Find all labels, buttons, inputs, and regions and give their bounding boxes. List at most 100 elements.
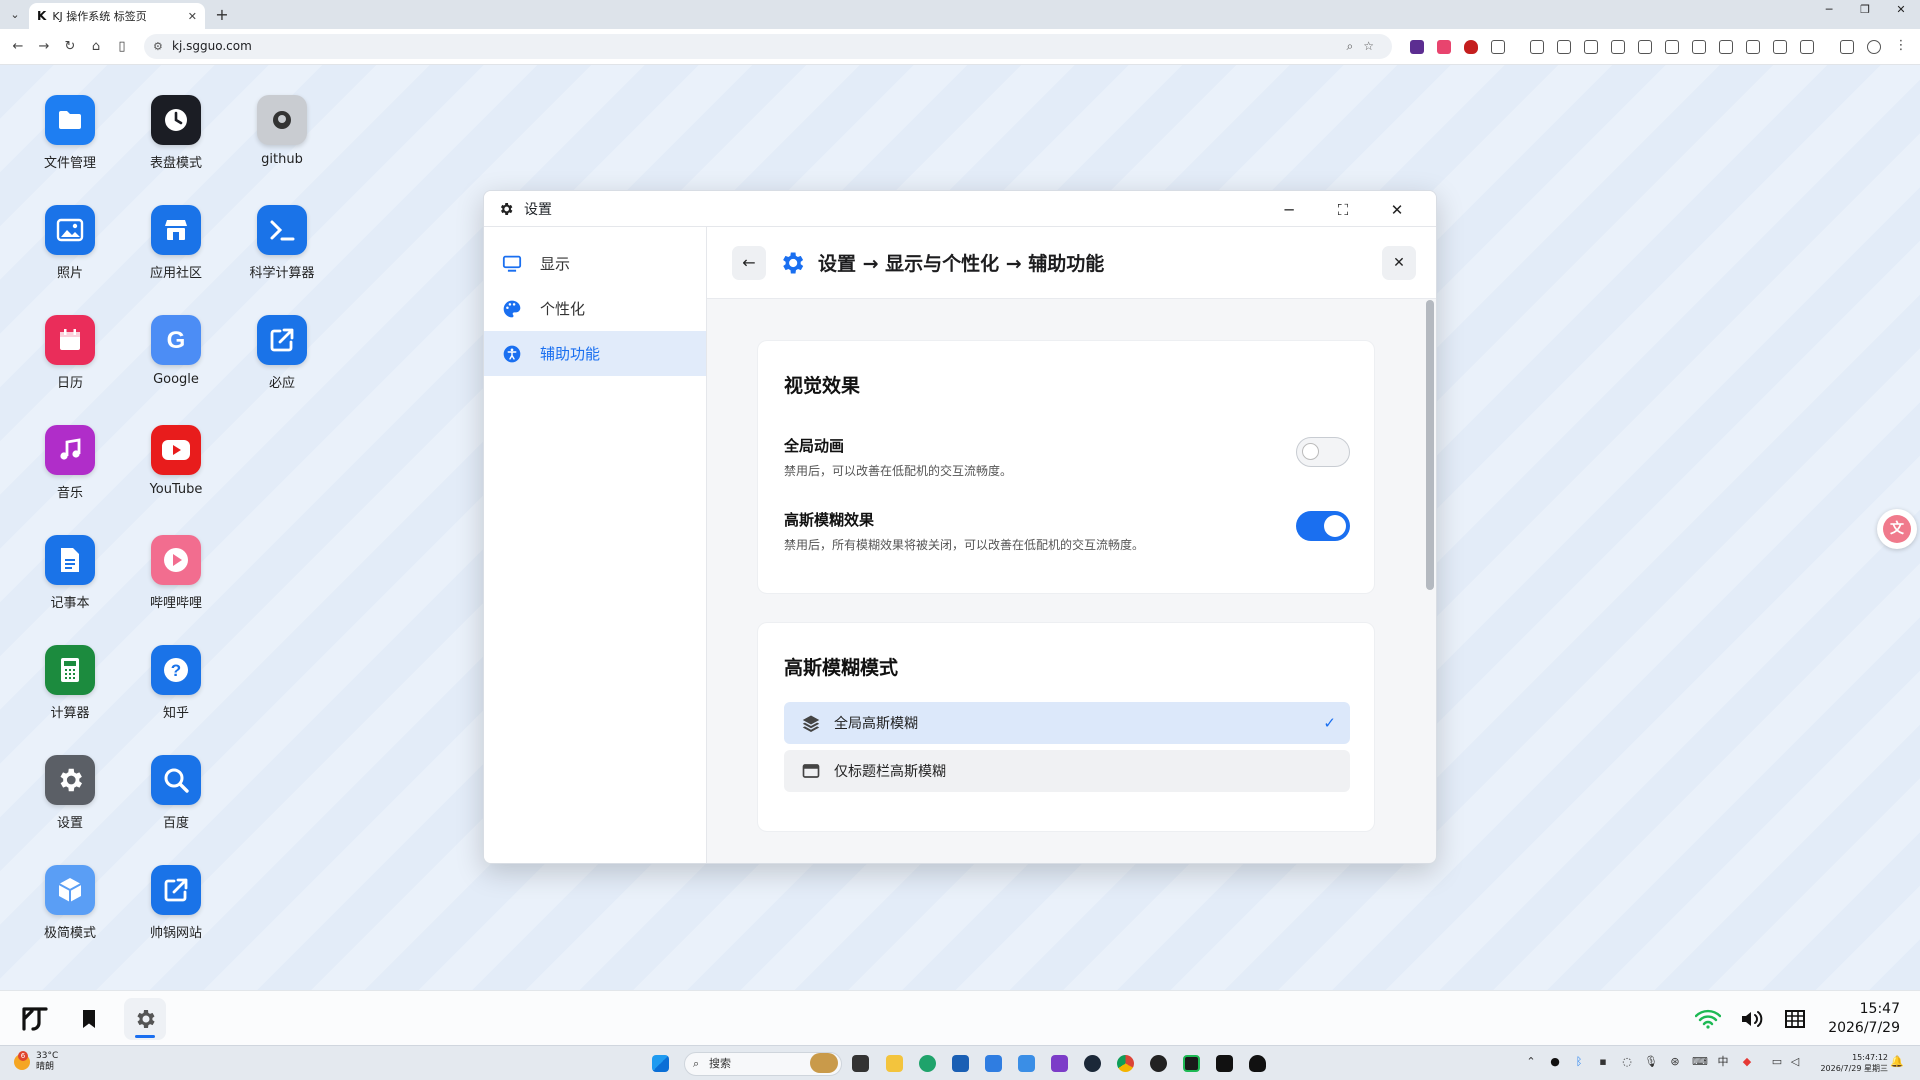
reading-mode-icon[interactable] bbox=[1530, 40, 1544, 54]
steam-icon[interactable] bbox=[1084, 1055, 1101, 1072]
more-menu-icon[interactable]: ⋮ bbox=[1894, 39, 1908, 53]
desktop-app-youtube[interactable]: YouTube bbox=[126, 425, 226, 497]
option-global-blur[interactable]: 全局高斯模糊 ✓ bbox=[784, 702, 1350, 744]
print-icon[interactable] bbox=[1557, 40, 1571, 54]
extension-icon[interactable] bbox=[1437, 40, 1451, 54]
dock-clock[interactable]: 15:47 2026/7/29 bbox=[1828, 1000, 1900, 1038]
desktop-app-external-link[interactable]: 帅锅网站 bbox=[126, 865, 226, 941]
visual-studio-icon[interactable] bbox=[1051, 1055, 1068, 1072]
home-icon[interactable]: ⌂ bbox=[86, 37, 106, 57]
task-view-icon[interactable] bbox=[852, 1055, 869, 1072]
browser-close-button[interactable]: ✕ bbox=[1884, 0, 1918, 22]
desktop-app-play[interactable]: 哔哩哔哩 bbox=[126, 535, 226, 611]
incognito-icon[interactable] bbox=[1746, 40, 1760, 54]
outlook-icon[interactable] bbox=[985, 1055, 1002, 1072]
tray-app-icon[interactable]: ◆ bbox=[1740, 1055, 1754, 1069]
microphone-icon[interactable]: 🎙 bbox=[1644, 1055, 1658, 1069]
cast-icon[interactable] bbox=[1665, 40, 1679, 54]
reload-icon[interactable]: ↻ bbox=[60, 37, 80, 57]
qq-tray-icon[interactable]: ● bbox=[1548, 1055, 1562, 1069]
tray-app-icon[interactable]: ◌ bbox=[1620, 1055, 1634, 1069]
back-button[interactable]: ← bbox=[732, 245, 766, 280]
app-icon[interactable] bbox=[1150, 1055, 1167, 1072]
new-tab-button[interactable]: + bbox=[212, 5, 232, 25]
desktop-app-clock[interactable]: 表盘模式 bbox=[126, 95, 226, 171]
trash-icon[interactable] bbox=[1800, 40, 1814, 54]
shield-extension-icon[interactable] bbox=[1464, 40, 1478, 54]
download-icon[interactable] bbox=[1840, 40, 1854, 54]
taskbar-clock[interactable]: 15:47:12 2026/7/29 星期三 bbox=[1820, 1052, 1888, 1074]
forward-arrow-icon[interactable]: → bbox=[34, 37, 54, 57]
address-bar[interactable]: ⚙ kj.sgguo.com ⌕☆ bbox=[144, 34, 1392, 59]
minimize-button[interactable]: ─ bbox=[1276, 197, 1302, 223]
close-panel-button[interactable]: ✕ bbox=[1382, 246, 1416, 280]
translate-icon[interactable] bbox=[1584, 40, 1598, 54]
table-icon[interactable] bbox=[1692, 40, 1706, 54]
dock-settings-button[interactable] bbox=[124, 998, 166, 1040]
close-window-button[interactable]: ✕ bbox=[1384, 197, 1410, 223]
desktop-app-external-link[interactable]: 必应 bbox=[232, 315, 332, 391]
keyboard-icon[interactable]: ⌨ bbox=[1692, 1055, 1708, 1069]
desktop-app-folder[interactable]: 文件管理 bbox=[20, 95, 120, 171]
extension-icon[interactable] bbox=[1410, 40, 1424, 54]
desktop-app-terminal[interactable]: 科学计算器 bbox=[232, 205, 332, 281]
tray-app-icon[interactable]: ▪ bbox=[1596, 1055, 1610, 1069]
wifi-icon[interactable] bbox=[1694, 1005, 1722, 1033]
notification-bell-icon[interactable]: 🔔 bbox=[1890, 1055, 1904, 1069]
zoom-bookmark-icons[interactable]: ⌕☆ bbox=[1347, 34, 1384, 59]
qr-code-icon[interactable] bbox=[1611, 40, 1625, 54]
desktop-app-search[interactable]: 百度 bbox=[126, 755, 226, 831]
sidebar-item-personalization[interactable]: 个性化 bbox=[484, 286, 706, 331]
desktop-app-document[interactable]: 记事本 bbox=[20, 535, 120, 611]
bluetooth-icon[interactable]: ᛒ bbox=[1572, 1055, 1586, 1069]
desktop-app-calculator[interactable]: 计算器 bbox=[20, 645, 120, 721]
browser-restore-button[interactable]: ❐ bbox=[1848, 0, 1882, 22]
floating-translate-button[interactable]: 文 bbox=[1877, 509, 1917, 549]
option-titlebar-blur[interactable]: 仅标题栏高斯模糊 bbox=[784, 750, 1350, 792]
site-info-icon[interactable]: ⚙ bbox=[153, 34, 163, 59]
fullscreen-button[interactable]: ⛶ bbox=[1330, 197, 1356, 223]
ime-icon[interactable]: 中 bbox=[1716, 1055, 1730, 1069]
store-icon[interactable] bbox=[952, 1055, 969, 1072]
edge-icon[interactable] bbox=[919, 1055, 936, 1072]
speaker-icon[interactable]: ◁ bbox=[1788, 1055, 1802, 1069]
file-explorer-icon[interactable] bbox=[886, 1055, 903, 1072]
desktop-app-google[interactable]: G Google bbox=[126, 315, 226, 387]
desktop-app-store[interactable]: 应用社区 bbox=[126, 205, 226, 281]
browser-minimize-button[interactable]: ─ bbox=[1812, 0, 1846, 22]
chrome-icon[interactable] bbox=[1117, 1055, 1134, 1072]
gaussian-blur-toggle[interactable] bbox=[1296, 511, 1350, 541]
desktop-app-gear[interactable]: 设置 bbox=[20, 755, 120, 831]
windows-start-icon[interactable] bbox=[652, 1055, 669, 1072]
desktop-app-calendar[interactable]: 日历 bbox=[20, 315, 120, 391]
link-icon[interactable] bbox=[1638, 40, 1652, 54]
favorites-icon[interactable] bbox=[1773, 40, 1787, 54]
grid-icon[interactable] bbox=[1781, 1005, 1809, 1033]
split-view-icon[interactable]: ▯ bbox=[112, 37, 132, 57]
app-icon[interactable] bbox=[1018, 1055, 1035, 1072]
desktop-app-question[interactable]: ? 知乎 bbox=[126, 645, 226, 721]
tab-list-chevron-icon[interactable]: ⌄ bbox=[6, 6, 24, 24]
weather-widget[interactable]: 6 33°C 晴朗 bbox=[14, 1051, 58, 1073]
desktop-app-cube[interactable]: 极简模式 bbox=[20, 865, 120, 941]
puzzle-extension-icon[interactable] bbox=[1491, 40, 1505, 54]
tab-close-icon[interactable]: ✕ bbox=[188, 10, 197, 23]
back-arrow-icon[interactable]: ← bbox=[8, 37, 28, 57]
desktop-app-photo[interactable]: 照片 bbox=[20, 205, 120, 281]
sidebar-item-display[interactable]: 显示 bbox=[484, 241, 706, 286]
qq-icon[interactable] bbox=[1249, 1055, 1266, 1072]
volume-icon[interactable] bbox=[1738, 1005, 1766, 1033]
global-animation-toggle[interactable] bbox=[1296, 437, 1350, 467]
code-icon[interactable] bbox=[1719, 40, 1733, 54]
profile-icon[interactable] bbox=[1867, 40, 1881, 54]
terminal-icon[interactable] bbox=[1183, 1055, 1200, 1072]
network-icon[interactable]: ▭ bbox=[1770, 1055, 1784, 1069]
tray-chevron-icon[interactable]: ⌃ bbox=[1524, 1055, 1538, 1069]
sidebar-item-accessibility[interactable]: 辅助功能 bbox=[484, 331, 706, 376]
tray-app-icon[interactable]: ⊛ bbox=[1668, 1055, 1682, 1069]
desktop-app-music[interactable]: 音乐 bbox=[20, 425, 120, 501]
capcut-icon[interactable] bbox=[1216, 1055, 1233, 1072]
bookmark-button[interactable] bbox=[68, 998, 110, 1040]
desktop-app-github[interactable]: github bbox=[232, 95, 332, 167]
scrollbar-thumb[interactable] bbox=[1426, 300, 1434, 590]
